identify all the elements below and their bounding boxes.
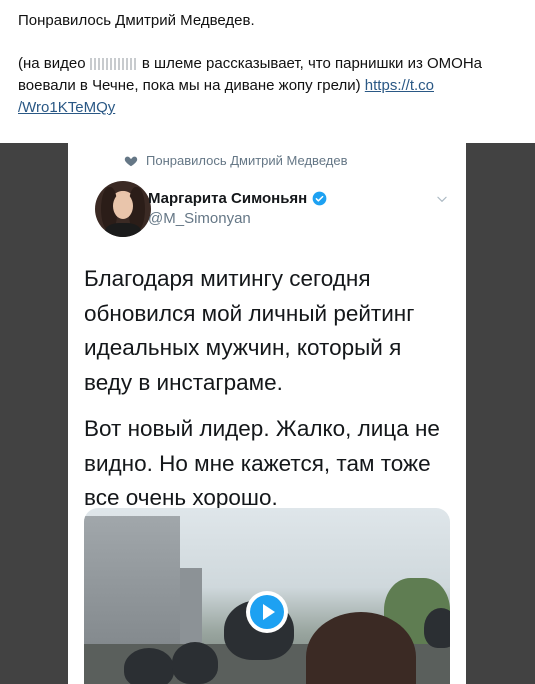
heart-icon: [124, 156, 138, 166]
author-block: Маргарита Симоньян @M_Simonyan: [148, 190, 327, 227]
tweet-card: Понравилось Дмитрий Медведев Маргарита С…: [68, 143, 466, 684]
post-link-continued[interactable]: /Wro1KTeMQy: [18, 99, 115, 116]
author-name-row[interactable]: Маргарита Симоньян: [148, 190, 327, 207]
post-body-line-2: (на видео в шлеме рассказывает, что парн…: [18, 55, 483, 72]
liked-by-text: Понравилось Дмитрий Медведев: [146, 153, 348, 168]
author-name[interactable]: Маргарита Симоньян: [148, 190, 307, 207]
avatar[interactable]: [95, 181, 151, 237]
tweet-paragraph: Вот новый лидер. Жалко, лица не видно. Н…: [84, 416, 440, 510]
tweet-text: Благодаря митингу сегодня обновился мой …: [84, 262, 454, 516]
author-handle[interactable]: @M_Simonyan: [148, 210, 327, 227]
post-link[interactable]: https://t.co: [365, 77, 434, 94]
tweet-paragraph: Благодаря митингу сегодня обновился мой …: [84, 266, 415, 395]
play-icon[interactable]: [246, 591, 288, 633]
verified-badge-icon: [312, 191, 327, 206]
chevron-down-icon[interactable]: [435, 192, 449, 206]
post-title: Понравилось Дмитрий Медведев.: [18, 12, 255, 29]
post-body-line-4: /Wro1KTeMQy: [18, 97, 523, 119]
video-thumbnail[interactable]: [84, 508, 450, 684]
liked-by-row: Понравилось Дмитрий Медведев: [124, 153, 347, 168]
censored-word: [89, 58, 138, 71]
post-body-line-3: воевали в Чечне, пока мы на диване жопу …: [18, 77, 434, 94]
post-text: Понравилось Дмитрий Медведев. (на видео …: [18, 10, 523, 119]
